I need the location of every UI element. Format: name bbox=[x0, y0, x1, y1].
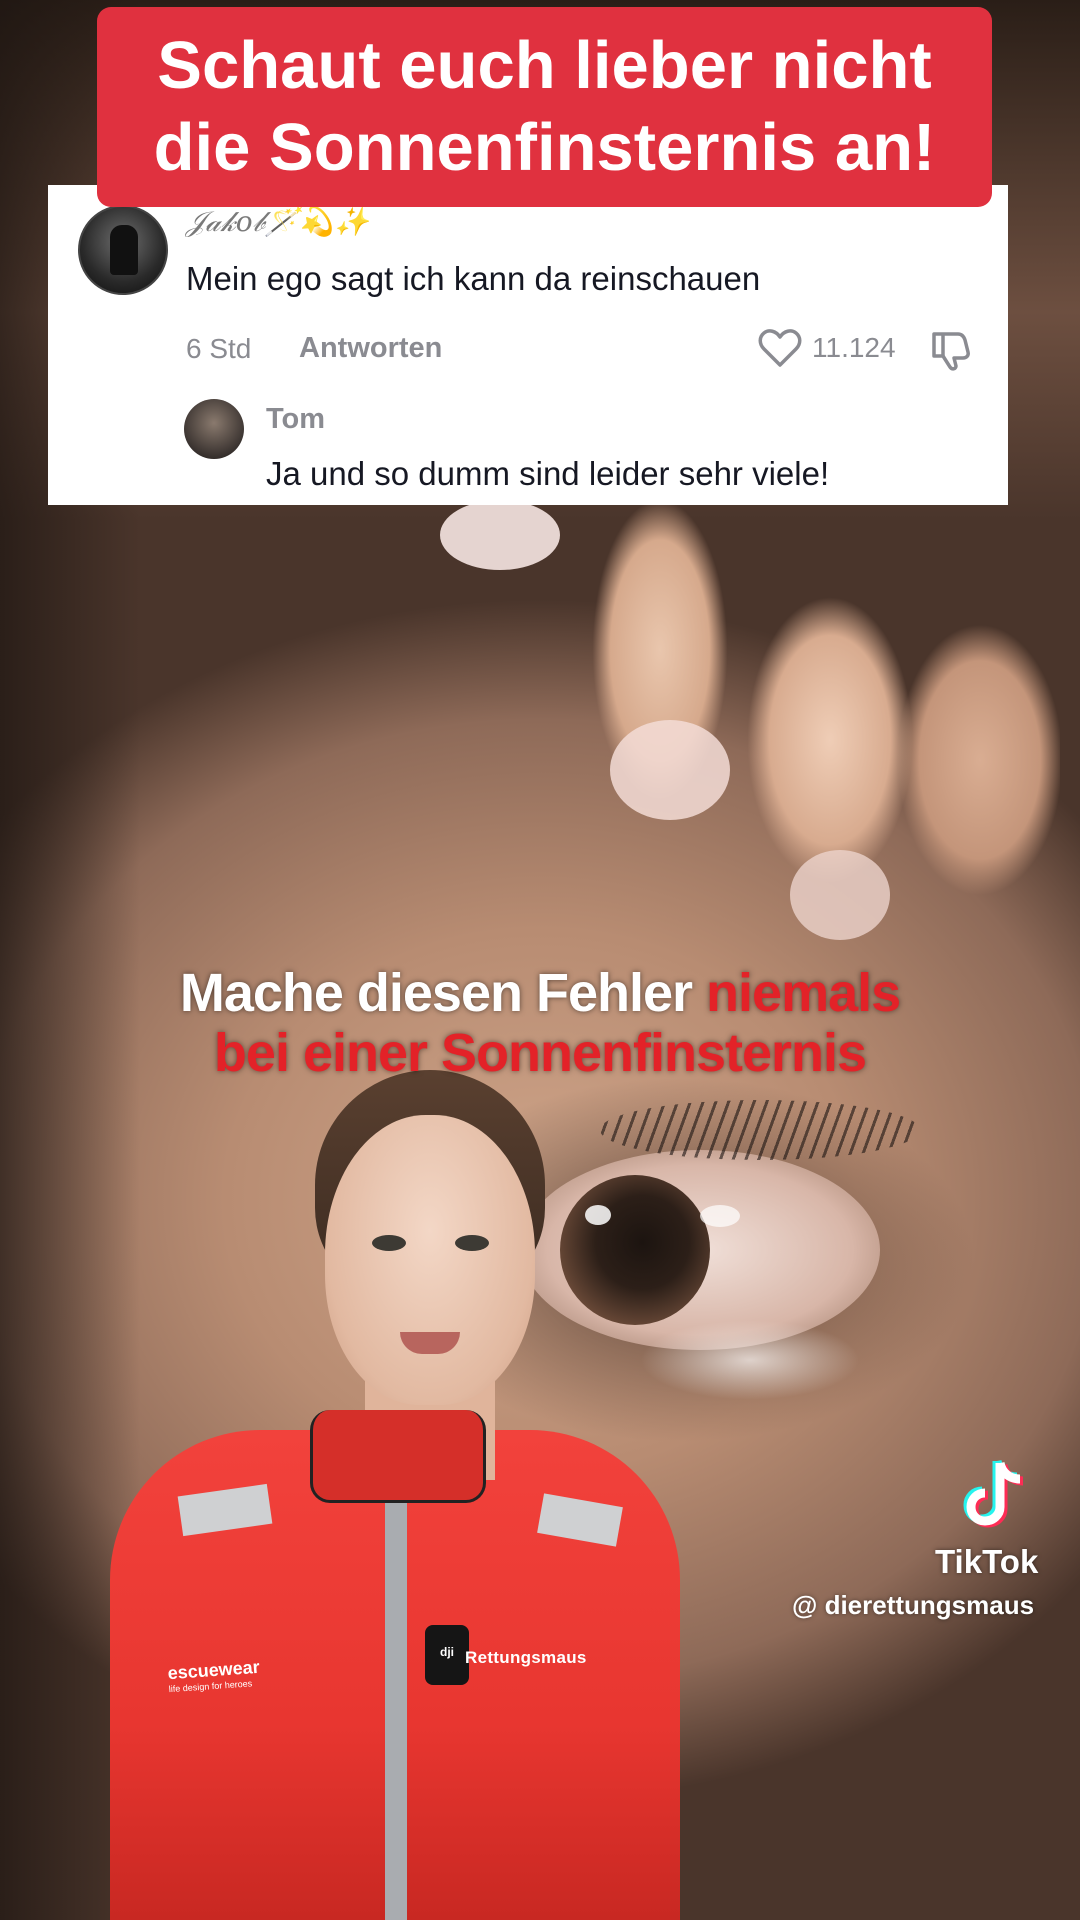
reply-avatar[interactable] bbox=[184, 399, 244, 459]
mic-label: dji bbox=[440, 1645, 454, 1659]
fingers-region bbox=[520, 480, 1060, 1000]
creator-handle[interactable]: @ dierettungsmaus bbox=[792, 1590, 1034, 1621]
banner-line2: die Sonnenfinsternis an! bbox=[153, 110, 936, 185]
video-caption-line1: Mache diesen Fehler niemals bbox=[0, 962, 1080, 1024]
presenter-face bbox=[325, 1115, 535, 1405]
thumbs-down-icon[interactable] bbox=[928, 328, 972, 372]
caption-white-text: Mache diesen Fehler bbox=[179, 963, 707, 1023]
banner-line1: Schaut euch lieber nicht bbox=[157, 28, 932, 103]
heart-icon bbox=[758, 329, 802, 367]
comment-text: Mein ego sagt ich kann da reinschauen bbox=[186, 260, 761, 297]
caption-red-text: bei einer Sonnenfinsternis bbox=[213, 1023, 867, 1083]
fingernail bbox=[790, 850, 890, 940]
presenter-eye bbox=[372, 1235, 406, 1251]
comment-card: 𝒥𝒶𝓀𝑜𝒷🪄💫✨ Mein ego sagt ich kann da reins… bbox=[48, 185, 1008, 505]
like-button[interactable]: 11.124 bbox=[758, 328, 896, 368]
avatar[interactable] bbox=[78, 205, 168, 295]
jacket-brand-text: escuewear life design for heroes bbox=[167, 1656, 261, 1695]
reply-text: Ja und so dumm sind leider sehr viele! bbox=[266, 455, 830, 492]
reply-username[interactable]: Tom bbox=[266, 403, 325, 436]
tiktok-logo-icon bbox=[963, 1459, 1024, 1528]
comment-username[interactable]: 𝒥𝒶𝓀𝑜𝒷🪄💫✨ bbox=[186, 205, 369, 239]
fingernail bbox=[610, 720, 730, 820]
presenter-eye bbox=[455, 1235, 489, 1251]
comment-timestamp: 6 Std bbox=[186, 333, 252, 364]
presenter: escuewear life design for heroes dji Ret… bbox=[110, 1070, 680, 1920]
eye-highlight bbox=[700, 1205, 740, 1227]
jacket-collar bbox=[310, 1410, 486, 1503]
title-banner: Schaut euch lieber nicht die Sonnenfinst… bbox=[97, 7, 992, 207]
tiktok-brand: TikTok bbox=[935, 1543, 1039, 1580]
caption-red-text: niemals bbox=[706, 963, 901, 1023]
jacket-name-tag: Rettungsmaus bbox=[465, 1648, 587, 1667]
fingernail bbox=[440, 500, 560, 570]
zipper bbox=[385, 1480, 407, 1920]
clip-microphone: dji bbox=[425, 1625, 469, 1685]
video-caption-line2: bei einer Sonnenfinsternis bbox=[0, 1022, 1080, 1084]
reply-button[interactable]: Antworten bbox=[299, 332, 442, 365]
like-count: 11.124 bbox=[812, 332, 896, 363]
